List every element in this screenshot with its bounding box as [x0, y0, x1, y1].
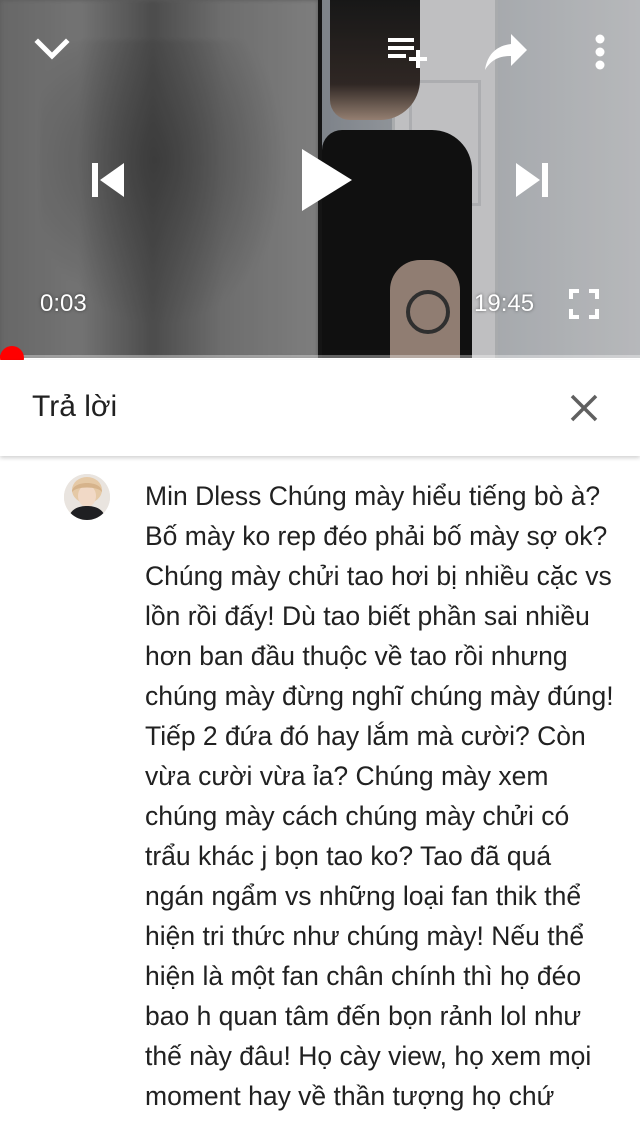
current-time: 0:03 — [40, 290, 87, 317]
previous-button[interactable] — [84, 156, 132, 204]
reply-panel-header: Trả lời — [0, 360, 640, 456]
skip-next-icon — [516, 163, 548, 197]
share-icon — [485, 34, 527, 70]
add-to-playlist-button[interactable] — [384, 30, 432, 74]
more-options-button[interactable] — [580, 30, 620, 74]
avatar-image — [64, 474, 110, 520]
more-vert-icon — [595, 34, 605, 70]
play-button[interactable] — [290, 142, 362, 218]
fullscreen-button[interactable] — [564, 286, 604, 322]
next-button[interactable] — [508, 156, 556, 204]
play-icon — [302, 149, 352, 211]
progress-bar[interactable] — [0, 355, 640, 358]
close-button[interactable] — [560, 384, 608, 432]
chevron-down-icon — [34, 38, 70, 60]
comment-thread: Min Dless Chúng mày hiểu tiếng bò à? Bố … — [0, 456, 640, 1136]
close-icon — [570, 394, 598, 422]
avatar[interactable] — [64, 474, 110, 520]
share-button[interactable] — [480, 28, 532, 76]
reply-panel-title: Trả lời — [32, 390, 118, 423]
comment-text: Min Dless Chúng mày hiểu tiếng bò à? Bố … — [145, 481, 621, 1111]
fullscreen-icon — [569, 289, 599, 319]
video-player[interactable]: 0:03 19:45 — [0, 0, 640, 358]
playlist-add-icon — [388, 38, 427, 68]
duration: 19:45 — [474, 290, 535, 317]
minimize-button[interactable] — [28, 26, 76, 74]
skip-previous-icon — [92, 163, 124, 197]
